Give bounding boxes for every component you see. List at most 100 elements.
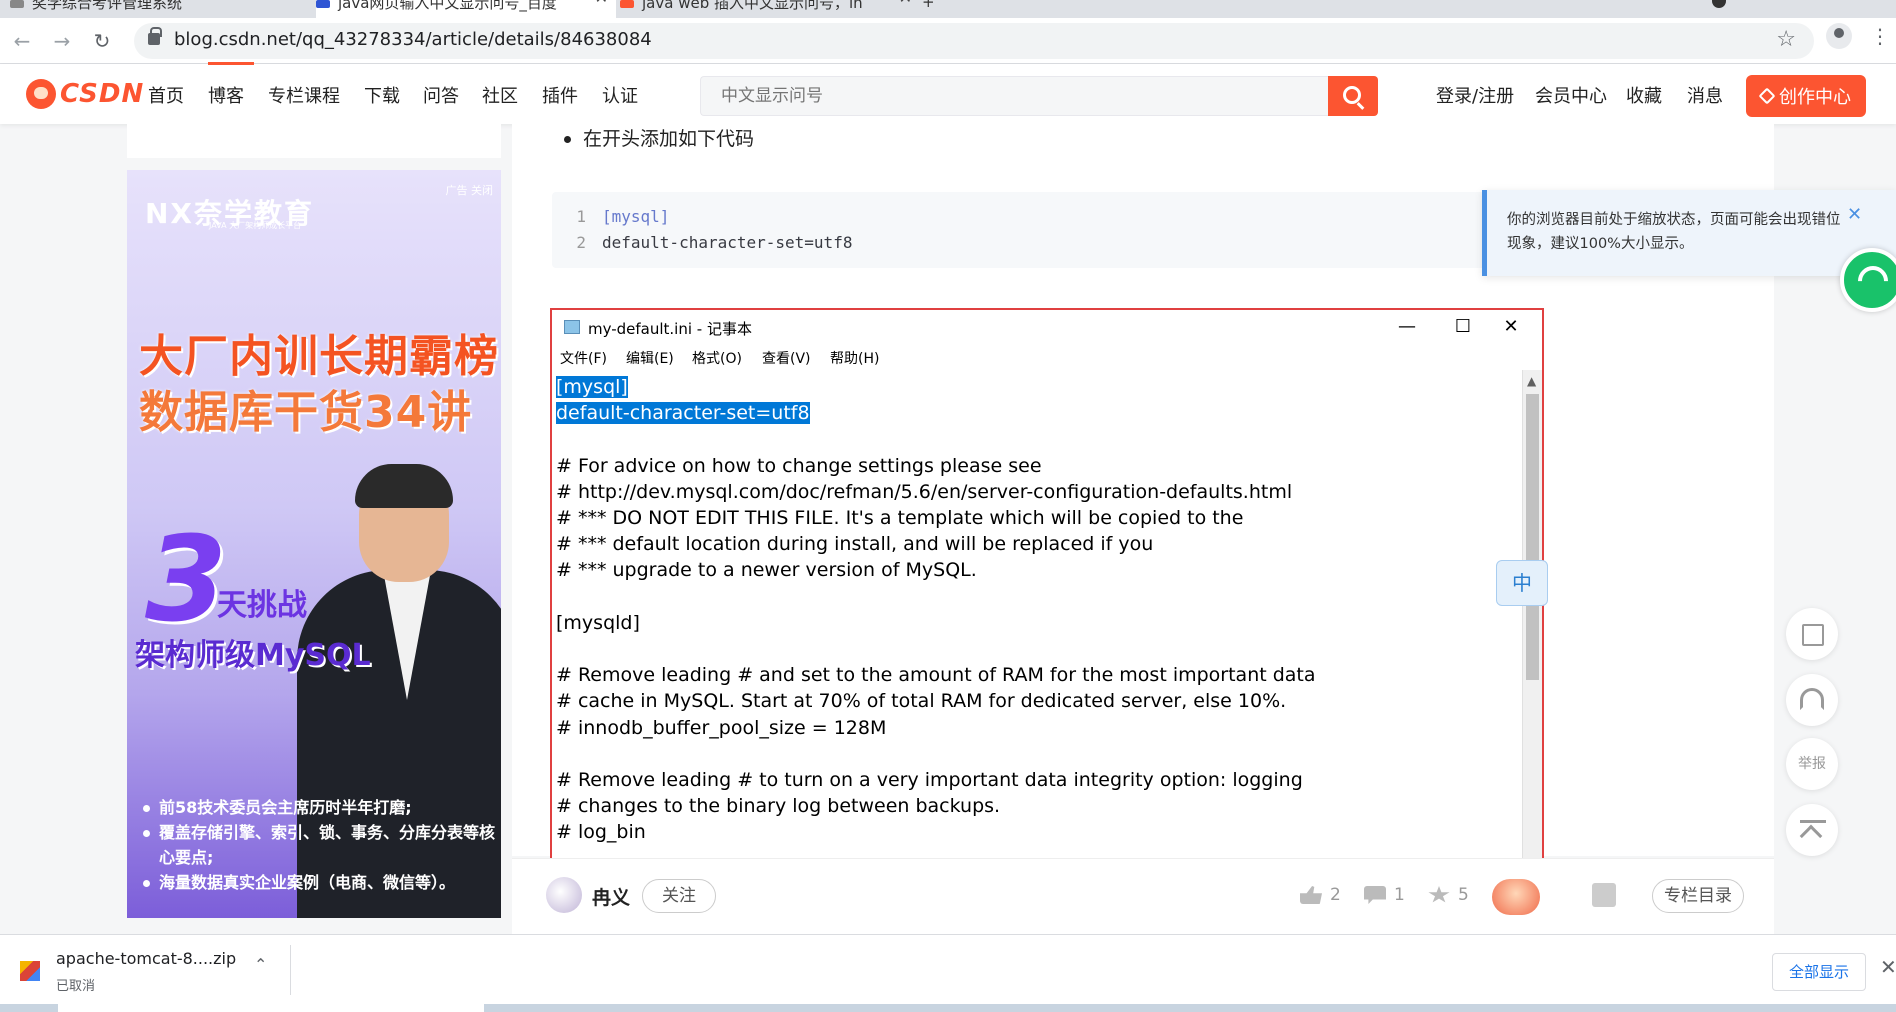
article-bullet-text: 在开头添加如下代码 [564, 124, 754, 151]
ad-close-label[interactable]: 广告 关闭 [446, 182, 494, 198]
selected-text: [mysql] [556, 376, 628, 398]
scroll-thumb [1526, 394, 1539, 680]
browser-tab-active[interactable]: java web 插入中文显示问号，in✕ [620, 0, 920, 18]
notepad-body: # For advice on how to change settings p… [556, 454, 1316, 844]
browser-tab[interactable]: 奖学综合考评管理系统 [10, 0, 310, 18]
new-tab-button[interactable]: + [922, 0, 952, 18]
create-center-button[interactable]: 创作中心 [1746, 75, 1866, 117]
notepad-title: my-default.ini - 记事本 [588, 320, 752, 338]
tab-title: java web 插入中文显示问号，in [642, 0, 863, 12]
report-button[interactable]: 举报 [1786, 738, 1838, 790]
top-bar-icon [1800, 820, 1826, 823]
reload-button[interactable]: ↻ [88, 28, 116, 54]
tab-favicon-icon [10, 0, 24, 8]
browser-tab[interactable]: java网页输入中文显示问号_百度✕ [316, 0, 616, 18]
profile-avatar-icon[interactable] [1826, 23, 1852, 49]
selected-text: default-character-set=utf8 [556, 402, 810, 425]
back-to-top-button[interactable] [1786, 804, 1838, 856]
author-name[interactable]: 冉义 [592, 883, 630, 910]
ad-bullet: 海量数据真实企业案例（电商、微信等）。 [137, 870, 497, 895]
author-avatar[interactable] [546, 877, 582, 913]
browser-menu-icon[interactable]: ⋮ [1870, 24, 1890, 48]
maximize-icon: ☐ [1454, 316, 1472, 337]
download-filename[interactable]: apache-tomcat-8....zip [56, 949, 236, 968]
back-button[interactable]: ← [8, 28, 36, 54]
follow-button[interactable]: 关注 [642, 879, 716, 913]
browser-tab-strip: 奖学综合考评管理系统 java网页输入中文显示问号_百度✕ java web 插… [0, 0, 1896, 18]
star-icon [1428, 886, 1450, 903]
nav-blog[interactable]: 博客 [208, 82, 244, 108]
column-toc-button[interactable]: 专栏目录 [1652, 879, 1744, 913]
author-toolbar: 冉义 关注 2 1 5 专栏目录 [512, 858, 1774, 934]
comment-button[interactable]: 1 [1364, 885, 1405, 905]
search-button[interactable] [1328, 76, 1378, 116]
csdn-logo[interactable]: CSDN [26, 78, 144, 110]
pen-icon [1758, 87, 1776, 105]
archive-file-icon [20, 961, 40, 981]
toast-message: 你的浏览器目前处于缩放状态，页面可能会出现错位现象，建议100%大小显示。 [1507, 212, 1841, 252]
close-downloads-icon[interactable]: ✕ [1880, 955, 1896, 979]
tab-title: java网页输入中文显示问号_百度 [338, 0, 557, 12]
wifi-icon[interactable] [1840, 248, 1896, 312]
ad-headline-2: 数据库干货34讲 [139, 387, 473, 438]
scroll-up-icon: ▲ [1527, 374, 1537, 388]
menu-file: 文件(F) [560, 351, 607, 367]
vip-center-link[interactable]: 会员中心 [1535, 82, 1607, 108]
ad-number: 3 [145, 510, 228, 648]
notepad-text: [mysql] default-character-set=utf8 # For… [556, 374, 1512, 866]
edit-icon [1802, 624, 1824, 646]
messages-link[interactable]: 消息 [1687, 82, 1723, 108]
os-taskbar [0, 1004, 1896, 1012]
menu-edit: 编辑(E) [626, 351, 674, 367]
share-icon[interactable] [1592, 883, 1616, 907]
nav-download[interactable]: 下载 [364, 82, 400, 108]
ime-indicator[interactable]: 中 [1496, 560, 1548, 606]
thumbs-up-icon [1300, 886, 1322, 904]
tab-title: 奖学综合考评管理系统 [32, 0, 183, 12]
code-line: 1 [mysql] [552, 204, 669, 230]
search-box [700, 76, 1328, 116]
lock-icon[interactable] [148, 27, 162, 45]
csdn-mascot-icon [26, 79, 56, 109]
ad-bullet: 前58技术委员会主席历时半年打磨; [137, 795, 497, 820]
show-all-downloads-button[interactable]: 全部显示 [1772, 953, 1866, 991]
comment-count: 1 [1394, 885, 1405, 905]
login-link[interactable]: 登录/注册 [1436, 82, 1514, 108]
nav-community[interactable]: 社区 [482, 82, 518, 108]
like-count: 2 [1330, 885, 1341, 905]
nav-qa[interactable]: 问答 [423, 82, 459, 108]
search-input[interactable] [721, 86, 1281, 106]
ad-bullet-list: 前58技术委员会主席历时半年打磨; 覆盖存储引擎、索引、锁、事务、分库分表等核心… [137, 795, 497, 895]
taskbar-item[interactable] [58, 1004, 484, 1012]
toast-close-icon[interactable]: ✕ [1847, 204, 1862, 225]
url-text[interactable]: blog.csdn.net/qq_43278334/article/detail… [174, 29, 652, 50]
headset-icon [1800, 688, 1824, 710]
browser-toolbar: ← → ↻ blog.csdn.net/qq_43278334/article/… [0, 18, 1896, 64]
csdn-header: CSDN 首页 博客 专栏课程 下载 问答 社区 插件 认证 登录/注册 会员中… [0, 62, 1896, 124]
sidebar-card [127, 124, 501, 158]
favorite-button[interactable]: 5 [1428, 885, 1469, 905]
reward-badge-icon[interactable] [1492, 879, 1540, 915]
favorites-link[interactable]: 收藏 [1626, 82, 1662, 108]
ad-banner[interactable]: NX奈学教育 JAVA 大厂架构师成长平台 广告 关闭 大厂内训长期霸榜 数据库… [127, 170, 501, 918]
nav-plugins[interactable]: 插件 [542, 82, 578, 108]
chrome-account-icon[interactable] [1712, 0, 1726, 8]
new-tab-label: + [922, 0, 935, 11]
ad-course-title: 架构师级MySQL [135, 638, 371, 673]
nav-home[interactable]: 首页 [148, 82, 184, 108]
forward-button[interactable]: → [48, 28, 76, 54]
like-button[interactable]: 2 [1300, 885, 1341, 905]
notepad-titlebar: my-default.ini - 记事本 — ☐ ✕ [552, 310, 1542, 344]
menu-view: 查看(V) [762, 351, 811, 367]
address-bar[interactable]: blog.csdn.net/qq_43278334/article/detail… [134, 23, 1814, 59]
tab-favicon-icon [316, 0, 330, 8]
bookmark-star-icon[interactable]: ☆ [1776, 27, 1796, 52]
favorite-count: 5 [1458, 885, 1469, 905]
tab-favicon-icon [620, 0, 634, 8]
chevron-up-icon[interactable]: ⌃ [254, 955, 267, 974]
nav-certification[interactable]: 认证 [602, 82, 638, 108]
customer-service-button[interactable] [1786, 674, 1838, 726]
edit-note-button[interactable] [1786, 608, 1838, 660]
line-number: 1 [576, 207, 586, 226]
nav-courses[interactable]: 专栏课程 [268, 82, 340, 108]
